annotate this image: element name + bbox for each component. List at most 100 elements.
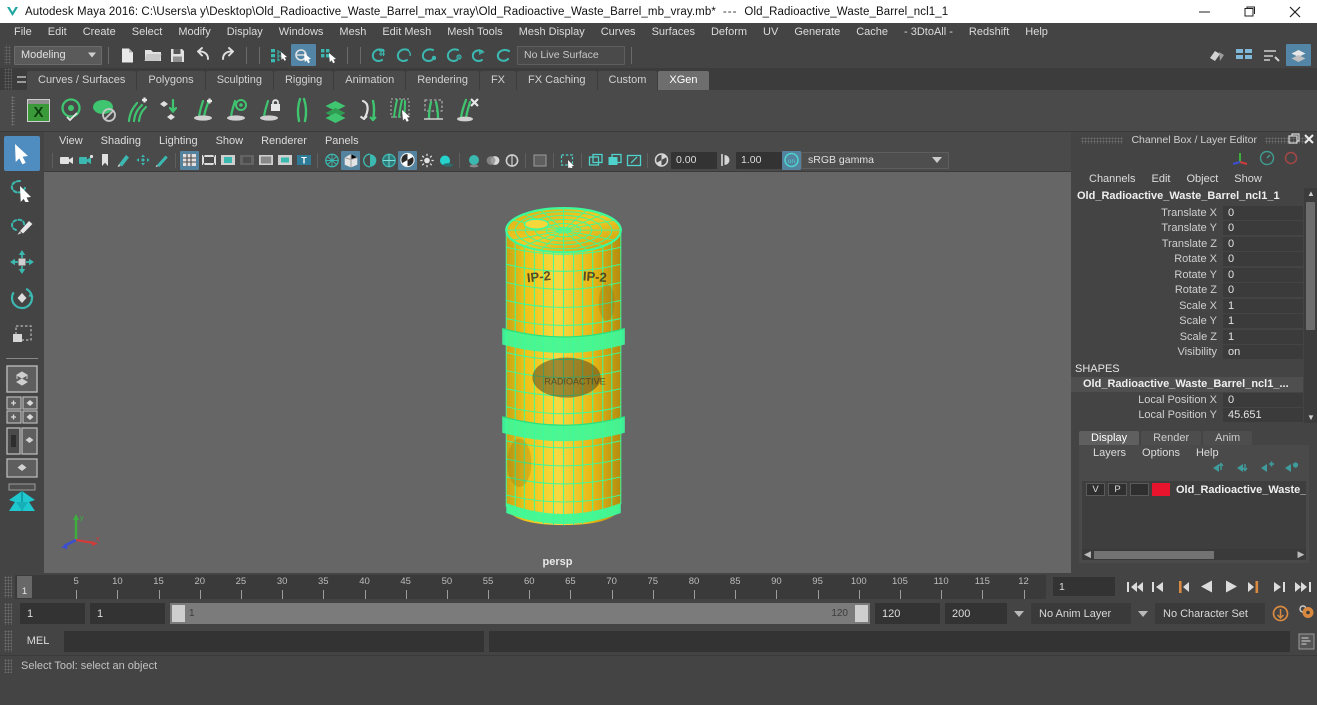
grid-toggle-icon[interactable]: [180, 150, 199, 170]
menu-generate[interactable]: Generate: [786, 23, 848, 42]
show-hide-modeling-toolkit-button[interactable]: [1205, 44, 1230, 66]
scroll-down-arrow-icon[interactable]: ▼: [1307, 413, 1315, 423]
layer-visibility-toggle[interactable]: V: [1086, 483, 1105, 496]
anim-layer-dropdown-icon[interactable]: [1012, 604, 1026, 624]
gate-mask-icon[interactable]: [237, 151, 256, 170]
viewport-menu-show[interactable]: Show: [207, 132, 253, 150]
go-to-end-button[interactable]: [1292, 576, 1313, 597]
shelf-tab-fx[interactable]: FX: [479, 71, 517, 90]
channel-box-menu-show[interactable]: Show: [1226, 173, 1270, 185]
attribute-value[interactable]: on: [1223, 345, 1304, 360]
attribute-value[interactable]: 1: [1223, 314, 1304, 329]
lock-description-icon[interactable]: [253, 94, 286, 128]
menu-set-selector[interactable]: Modeling: [14, 45, 102, 65]
attribute-row-visibility[interactable]: Visibility on: [1071, 345, 1317, 361]
speedometer-icon[interactable]: [1259, 150, 1275, 169]
camera-attributes-icon[interactable]: [76, 151, 95, 170]
attribute-value[interactable]: 0: [1223, 267, 1304, 282]
snap-to-point-button[interactable]: [417, 44, 442, 66]
add-description-icon[interactable]: [187, 94, 220, 128]
xray-joints-icon[interactable]: [530, 151, 549, 170]
attribute-value[interactable]: 1: [1223, 298, 1304, 313]
go-to-start-button[interactable]: [1124, 576, 1145, 597]
guide-tool-icon[interactable]: [286, 94, 319, 128]
grease-pencil-icon[interactable]: [152, 151, 171, 170]
current-time-field[interactable]: 1: [1053, 577, 1115, 596]
layer-row[interactable]: V P Old_Radioactive_Waste_: [1082, 481, 1306, 496]
redo-button[interactable]: [215, 44, 240, 66]
layer-tab-render[interactable]: Render: [1141, 431, 1202, 445]
status-line-gripper[interactable]: [4, 45, 11, 65]
viewport-3d[interactable]: IP-2 IP-2 RADIOACTIVE persp y x: [44, 171, 1071, 573]
region-tool-icon[interactable]: [418, 94, 451, 128]
attribute-row-rotate-x[interactable]: Rotate X 0: [1071, 252, 1317, 268]
command-input-field[interactable]: [64, 630, 484, 652]
range-slider-bar[interactable]: 1 120: [170, 603, 870, 624]
smooth-shade-flat-icon[interactable]: [360, 151, 379, 170]
range-slider-gripper[interactable]: [4, 602, 12, 625]
preview-refresh-icon[interactable]: [55, 94, 88, 128]
live-surface-field[interactable]: No Live Surface: [517, 45, 625, 65]
undock-panel-icon[interactable]: [1288, 133, 1301, 148]
film-origin-icon[interactable]: [256, 151, 275, 170]
current-frame-indicator[interactable]: 1: [17, 575, 32, 598]
exposure-value-field[interactable]: 0.00: [671, 151, 717, 169]
wireframe-on-shaded-outline-icon[interactable]: [379, 151, 398, 170]
xgen-editor-icon[interactable]: X: [22, 94, 55, 128]
menu-create[interactable]: Create: [75, 23, 124, 42]
attribute-row-translate-x[interactable]: Translate X 0: [1071, 205, 1317, 221]
persp-outliner-layout-icon[interactable]: [4, 427, 40, 455]
close-panel-icon[interactable]: [1303, 133, 1315, 148]
animation-start-time-field[interactable]: 1: [20, 603, 85, 624]
show-hide-tool-settings-button[interactable]: [1259, 44, 1284, 66]
menu-cache[interactable]: Cache: [848, 23, 896, 42]
layer-menu-layers[interactable]: Layers: [1085, 447, 1134, 459]
playback-start-time-field[interactable]: 1: [90, 603, 165, 624]
attribute-value[interactable]: 0: [1223, 252, 1304, 267]
menu-file[interactable]: File: [6, 23, 40, 42]
attribute-row-rotate-y[interactable]: Rotate Y 0: [1071, 267, 1317, 283]
barrel-model[interactable]: IP-2 IP-2 RADIOACTIVE: [44, 172, 1071, 573]
menu-edit-mesh[interactable]: Edit Mesh: [374, 23, 439, 42]
animation-preferences-button[interactable]: [1296, 603, 1317, 624]
film-gate-icon[interactable]: [199, 151, 218, 170]
panel-gripper-left[interactable]: [1081, 136, 1124, 144]
shelf-menu-icon[interactable]: [15, 68, 27, 90]
menu-redshift[interactable]: Redshift: [961, 23, 1017, 42]
close-button[interactable]: [1272, 0, 1317, 23]
add-collection-icon[interactable]: [121, 94, 154, 128]
select-guides-icon[interactable]: [385, 94, 418, 128]
step-back-keyframe-button[interactable]: [1148, 576, 1169, 597]
viewport-menu-renderer[interactable]: Renderer: [252, 132, 316, 150]
attribute-value[interactable]: 0: [1223, 392, 1304, 407]
shelf-gripper[interactable]: [4, 68, 12, 90]
channel-box-scrollbar[interactable]: ▲ ▼: [1304, 188, 1317, 423]
attribute-value[interactable]: 0: [1223, 205, 1304, 220]
undo-button[interactable]: [190, 44, 215, 66]
delete-guides-icon[interactable]: [451, 94, 484, 128]
four-pane-layout-icon[interactable]: [4, 396, 40, 424]
save-scene-button[interactable]: [165, 44, 190, 66]
color-management-selector[interactable]: sRGB gamma: [801, 151, 949, 169]
play-backwards-button[interactable]: [1196, 576, 1217, 597]
menu-mesh-display[interactable]: Mesh Display: [511, 23, 593, 42]
shadows-icon[interactable]: [436, 151, 455, 170]
hypershade-layout-icon[interactable]: [4, 483, 40, 513]
move-layer-down-icon[interactable]: [1236, 461, 1251, 477]
layer-name[interactable]: Old_Radioactive_Waste_: [1176, 484, 1306, 496]
minimize-button[interactable]: [1182, 0, 1227, 23]
command-line-gripper[interactable]: [4, 630, 12, 652]
gamma-value-field[interactable]: 1.00: [736, 151, 782, 169]
new-scene-button[interactable]: [115, 44, 140, 66]
exposure-control-icon[interactable]: [652, 151, 671, 170]
layer-menu-options[interactable]: Options: [1134, 447, 1188, 459]
make-live-button[interactable]: [492, 44, 517, 66]
menu-windows[interactable]: Windows: [271, 23, 332, 42]
description-preview-icon[interactable]: [220, 94, 253, 128]
command-language-label[interactable]: MEL: [17, 635, 59, 647]
viewport-menu-panels[interactable]: Panels: [316, 132, 368, 150]
shelf-icons-gripper[interactable]: [6, 93, 20, 129]
menu-deform[interactable]: Deform: [703, 23, 755, 42]
shelf-tab-polygons[interactable]: Polygons: [137, 71, 205, 90]
time-slider-track[interactable]: 1 5 10 15 20 25 30 35 40 45 50 55 60 65 70 75 80 85 90 95 1…: [15, 574, 1046, 599]
